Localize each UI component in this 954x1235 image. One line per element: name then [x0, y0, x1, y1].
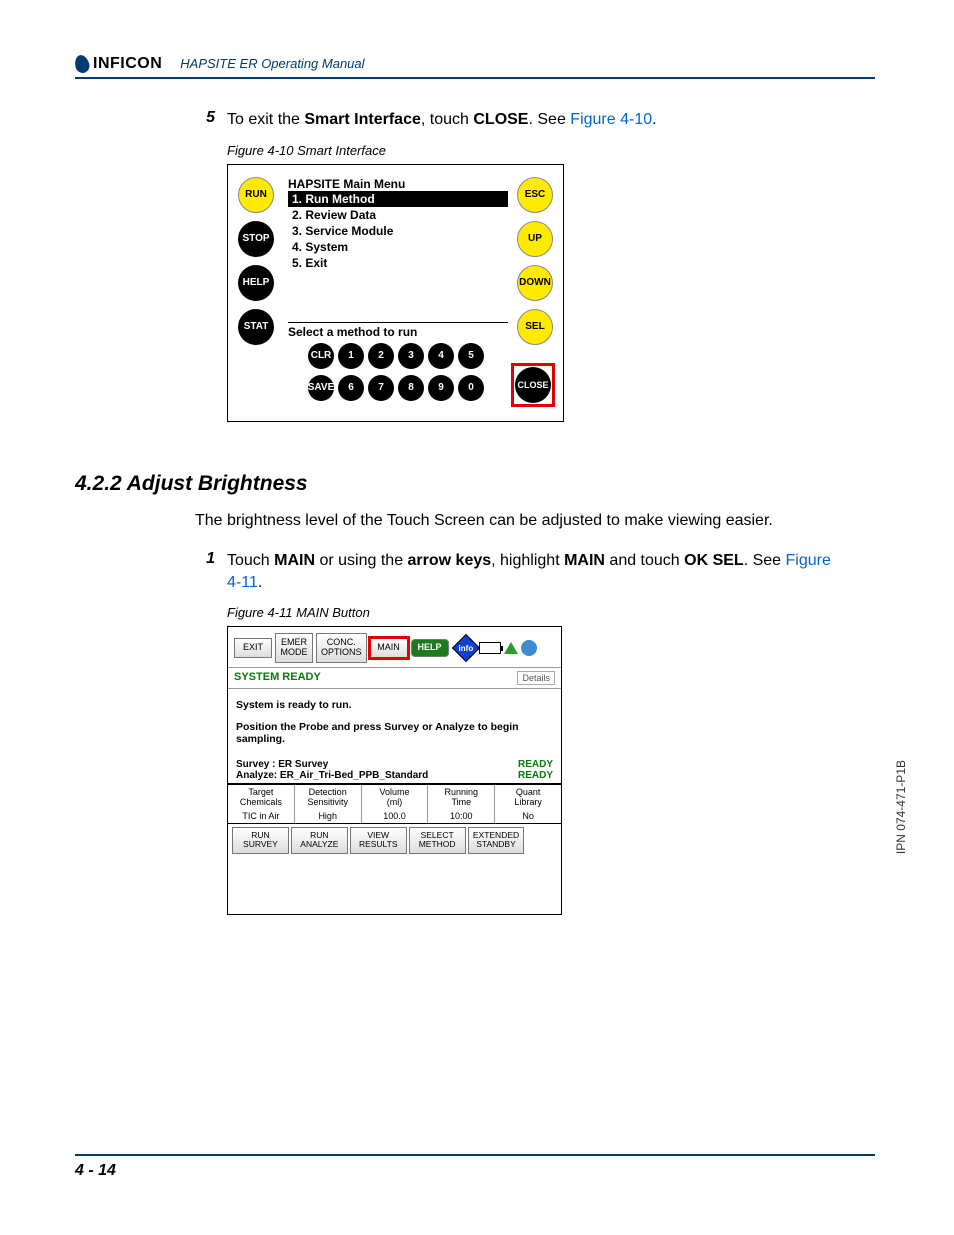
help-button[interactable]: HELP	[238, 265, 274, 301]
main-button[interactable]: MAIN	[370, 638, 408, 658]
ready-line-1: System is ready to run.	[236, 699, 553, 711]
close-button[interactable]: CLOSE	[515, 367, 551, 403]
exit-button[interactable]: EXIT	[234, 638, 272, 658]
td-time: 10:00	[428, 809, 495, 823]
th-volume: Volume (ml)	[362, 785, 429, 809]
survey-ready: READY	[518, 759, 553, 770]
td-volume: 100.0	[362, 809, 429, 823]
warning-triangle-icon	[504, 642, 518, 654]
page-footer: 4 - 14	[75, 1154, 875, 1180]
th-detection: Detection Sensitivity	[295, 785, 362, 809]
menu-item-service-module[interactable]: 3. Service Module	[288, 223, 508, 239]
run-survey-button[interactable]: RUN SURVEY	[232, 827, 289, 854]
section-heading: 4.2.2 Adjust Brightness	[75, 472, 835, 496]
th-time: Running Time	[428, 785, 495, 809]
key-6[interactable]: 6	[338, 375, 364, 401]
step-1-text: Touch MAIN or using the arrow keys, high…	[227, 550, 835, 593]
key-8[interactable]: 8	[398, 375, 424, 401]
td-detection: High	[295, 809, 362, 823]
page-header: INFICON HAPSITE ER Operating Manual	[75, 55, 875, 79]
step-5-text: To exit the Smart Interface, touch CLOSE…	[227, 109, 835, 131]
th-quant: Quant Library	[495, 785, 561, 809]
main-menu: HAPSITE Main Menu 1. Run Method 2. Revie…	[288, 177, 508, 271]
globe-icon	[521, 640, 537, 656]
key-2[interactable]: 2	[368, 343, 394, 369]
brightness-intro: The brightness level of the Touch Screen…	[195, 510, 835, 532]
top-button-row: EXIT EMER MODE CONC. OPTIONS MAIN HELP i…	[228, 627, 561, 667]
td-quant: No	[495, 809, 561, 823]
extended-standby-button[interactable]: EXTENDED STANDBY	[468, 827, 525, 854]
run-analyze-button[interactable]: RUN ANALYZE	[291, 827, 348, 854]
select-method-button[interactable]: SELECT METHOD	[409, 827, 466, 854]
bottom-button-row: RUN SURVEY RUN ANALYZE VIEW RESULTS SELE…	[228, 823, 561, 857]
conc-options-button[interactable]: CONC. OPTIONS	[316, 633, 367, 663]
status-table: Target Chemicals Detection Sensitivity V…	[228, 784, 561, 823]
key-5[interactable]: 5	[458, 343, 484, 369]
analyze-label: Analyze: ER_Air_Tri-Bed_PPB_Standard	[236, 770, 428, 781]
td-target: TIC in Air	[228, 809, 295, 823]
page-number: 4 - 14	[75, 1162, 116, 1179]
ipn-side-label: IPN 074-471-P1B	[894, 760, 908, 854]
th-target: Target Chemicals	[228, 785, 295, 809]
figure-4-11: EXIT EMER MODE CONC. OPTIONS MAIN HELP i…	[227, 626, 562, 915]
down-button[interactable]: DOWN	[517, 265, 553, 301]
key-7[interactable]: 7	[368, 375, 394, 401]
sel-button[interactable]: SEL	[517, 309, 553, 345]
key-3[interactable]: 3	[398, 343, 424, 369]
manual-title: HAPSITE ER Operating Manual	[180, 56, 364, 73]
keypad: CLR 1 2 3 4 5 SAVE 6 7 8 9 0	[308, 343, 484, 407]
stop-button[interactable]: STOP	[238, 221, 274, 257]
system-ready-label: SYSTEM READY	[234, 671, 321, 685]
inficon-logo: INFICON	[75, 55, 162, 73]
menu-item-system[interactable]: 4. System	[288, 239, 508, 255]
step-5: 5 To exit the Smart Interface, touch CLO…	[195, 109, 835, 131]
view-results-button[interactable]: VIEW RESULTS	[350, 827, 407, 854]
logo-mark-icon	[73, 53, 91, 74]
info-diamond-icon[interactable]: info	[451, 634, 479, 662]
brand-text: INFICON	[93, 55, 162, 73]
stat-button[interactable]: STAT	[238, 309, 274, 345]
menu-item-exit[interactable]: 5. Exit	[288, 255, 508, 271]
step-number: 5	[195, 109, 215, 131]
figure-4-10-link[interactable]: Figure 4-10	[570, 111, 652, 128]
figure-4-10-caption: Figure 4-10 Smart Interface	[227, 143, 835, 158]
emer-mode-button[interactable]: EMER MODE	[275, 633, 313, 663]
ready-line-2: Position the Probe and press Survey or A…	[236, 721, 553, 745]
key-1[interactable]: 1	[338, 343, 364, 369]
step-1: 1 Touch MAIN or using the arrow keys, hi…	[195, 550, 835, 593]
figure-4-11-caption: Figure 4-11 MAIN Button	[227, 605, 835, 620]
key-9[interactable]: 9	[428, 375, 454, 401]
analyze-ready: READY	[518, 770, 553, 781]
run-button[interactable]: RUN	[238, 177, 274, 213]
menu-title: HAPSITE Main Menu	[288, 177, 508, 191]
menu-prompt: Select a method to run	[288, 322, 508, 339]
up-button[interactable]: UP	[517, 221, 553, 257]
help-button-2[interactable]: HELP	[411, 639, 449, 657]
key-4[interactable]: 4	[428, 343, 454, 369]
clr-key[interactable]: CLR	[308, 343, 334, 369]
details-button[interactable]: Details	[517, 671, 555, 685]
menu-item-review-data[interactable]: 2. Review Data	[288, 207, 508, 223]
step-number: 1	[195, 550, 215, 593]
esc-button[interactable]: ESC	[517, 177, 553, 213]
battery-icon	[479, 642, 501, 654]
key-0[interactable]: 0	[458, 375, 484, 401]
close-highlight: CLOSE	[511, 363, 555, 407]
menu-item-run-method[interactable]: 1. Run Method	[288, 191, 508, 207]
save-key[interactable]: SAVE	[308, 375, 334, 401]
figure-4-10: RUN STOP HELP STAT ESC UP DOWN SEL HAPSI…	[227, 164, 564, 422]
survey-label: Survey : ER Survey	[236, 759, 328, 770]
